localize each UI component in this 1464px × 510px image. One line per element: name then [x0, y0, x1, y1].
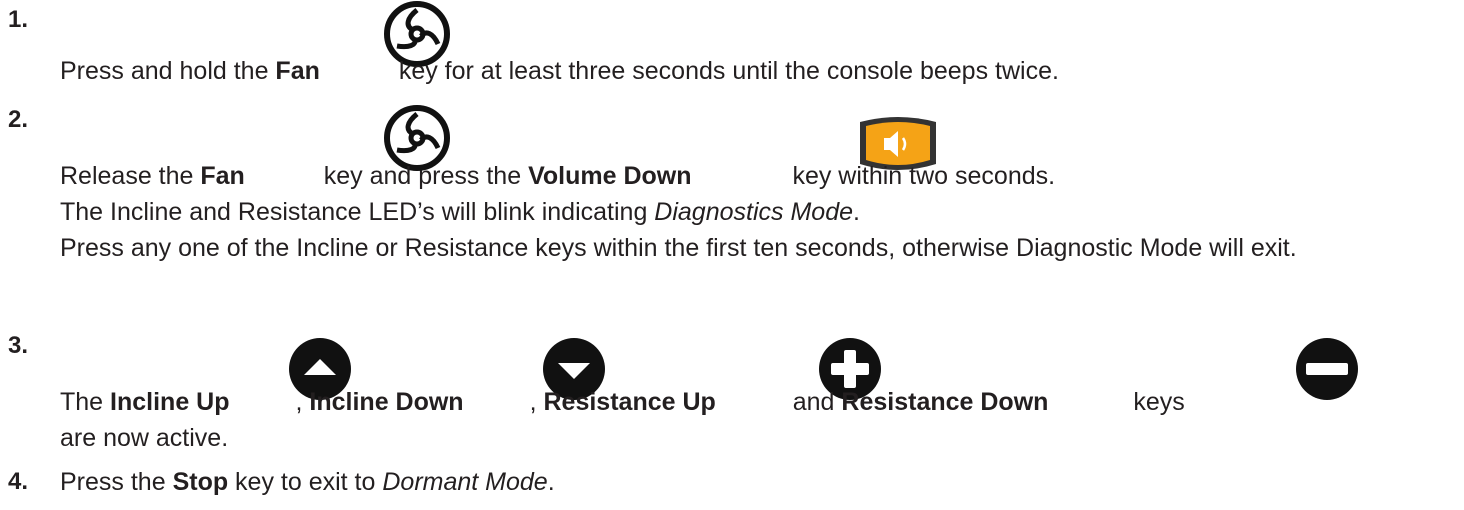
key-name-incline-down: Incline Down [309, 388, 464, 416]
step-1-text: Press and hold the Fan key for at least … [60, 57, 1059, 85]
step-4-text: Press the Stop key to exit to Dormant Mo… [60, 468, 555, 496]
key-name-fan: Fan [275, 57, 320, 85]
mode-name-dormant: Dormant Mode [382, 468, 548, 496]
mode-name-diagnostics: Diagnostics Mode [654, 198, 854, 226]
step-1-number: 1. [8, 6, 29, 33]
key-name-stop: Stop [172, 468, 229, 496]
resistance-down-icon [1292, 337, 1362, 401]
step-4-number: 4. [8, 468, 29, 495]
key-name-fan: Fan [200, 162, 245, 190]
step-3-number: 3. [8, 332, 29, 359]
step-2-line-1: Release the Fan key and press the Volume… [60, 162, 1056, 190]
key-name-resistance-up: Resistance Up [543, 388, 716, 416]
step-2-line-3: Press any one of the Incline or Resistan… [60, 234, 1297, 262]
key-name-resistance-down: Resistance Down [841, 388, 1049, 416]
step-2-number: 2. [8, 106, 29, 133]
key-name-volume-down: Volume Down [528, 162, 692, 190]
step-3-line-1: The Incline Up, Incline Down, Resistance… [60, 388, 1185, 416]
key-name-incline-up: Incline Up [110, 388, 230, 416]
step-3-line-2: are now active. [60, 424, 229, 452]
step-2-line-2: The Incline and Resistance LED’s will bl… [60, 198, 860, 226]
